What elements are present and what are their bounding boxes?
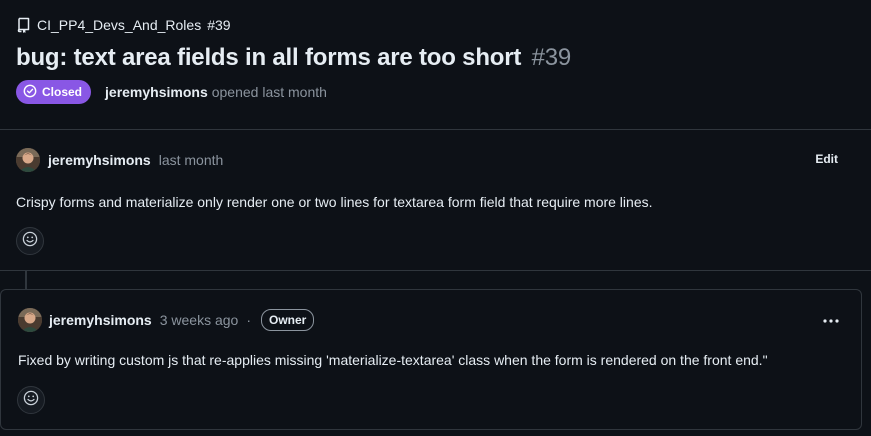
issue-ref: #39 [207,17,231,33]
issue-body-comment: jeremyhsimons last month Edit Crispy for… [0,130,871,271]
comment-timestamp[interactable]: last month [159,152,224,168]
edit-button[interactable]: Edit [815,152,838,166]
smiley-icon [22,231,38,252]
comment-card: jeremyhsimons 3 weeks ago · Owner Fixed … [0,289,862,430]
state-label: Closed [42,85,83,99]
repo-breadcrumb[interactable]: CI_PP4_Devs_And_Roles #39 [17,16,231,34]
issue-meta: Closed jeremyhsimons opened last month [16,80,327,104]
issue-author-link[interactable]: jeremyhsimons [105,84,208,100]
comment-author[interactable]: jeremyhsimons [49,312,152,328]
avatar[interactable] [18,308,42,332]
comment-author[interactable]: jeremyhsimons [48,152,151,168]
smiley-icon [23,390,39,411]
timeline-connector [25,271,27,289]
issue-title-text: bug: text area fields in all forms are t… [16,44,522,71]
issue-number: #39 [531,44,572,71]
issue-page: CI_PP4_Devs_And_Roles #39 bug: text area… [0,0,871,436]
kebab-menu-icon [822,311,840,329]
comment-header: jeremyhsimons 3 weeks ago · Owner [49,308,315,332]
issue-title: bug: text area fields in all forms are t… [16,44,571,72]
state-badge: Closed [16,80,92,104]
repo-icon [17,17,31,33]
add-reaction-button[interactable] [17,386,45,414]
comment-text: Crispy forms and materialize only render… [16,194,653,210]
avatar[interactable] [16,148,40,172]
comment-text: Fixed by writing custom js that re-appli… [18,352,768,368]
closed-check-icon [23,84,37,101]
comment-timestamp[interactable]: 3 weeks ago [160,312,239,328]
owner-badge: Owner [261,309,315,331]
separator-dot: · [246,312,251,328]
repo-name[interactable]: CI_PP4_Devs_And_Roles [37,17,201,33]
comment-options-button[interactable] [819,310,843,330]
opened-text: opened last month [211,84,327,100]
comment-header: jeremyhsimons last month [48,148,223,172]
add-reaction-button[interactable] [16,227,44,255]
